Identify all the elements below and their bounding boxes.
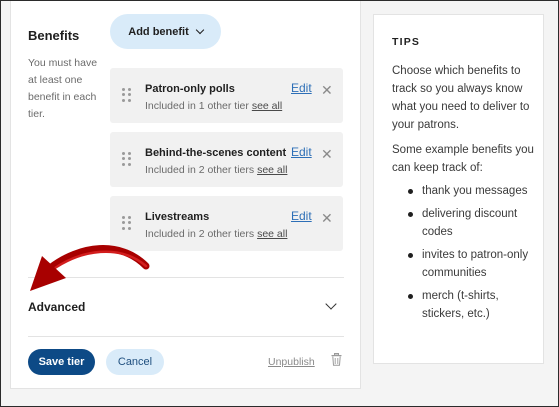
annotation-arrow-icon — [30, 245, 150, 291]
